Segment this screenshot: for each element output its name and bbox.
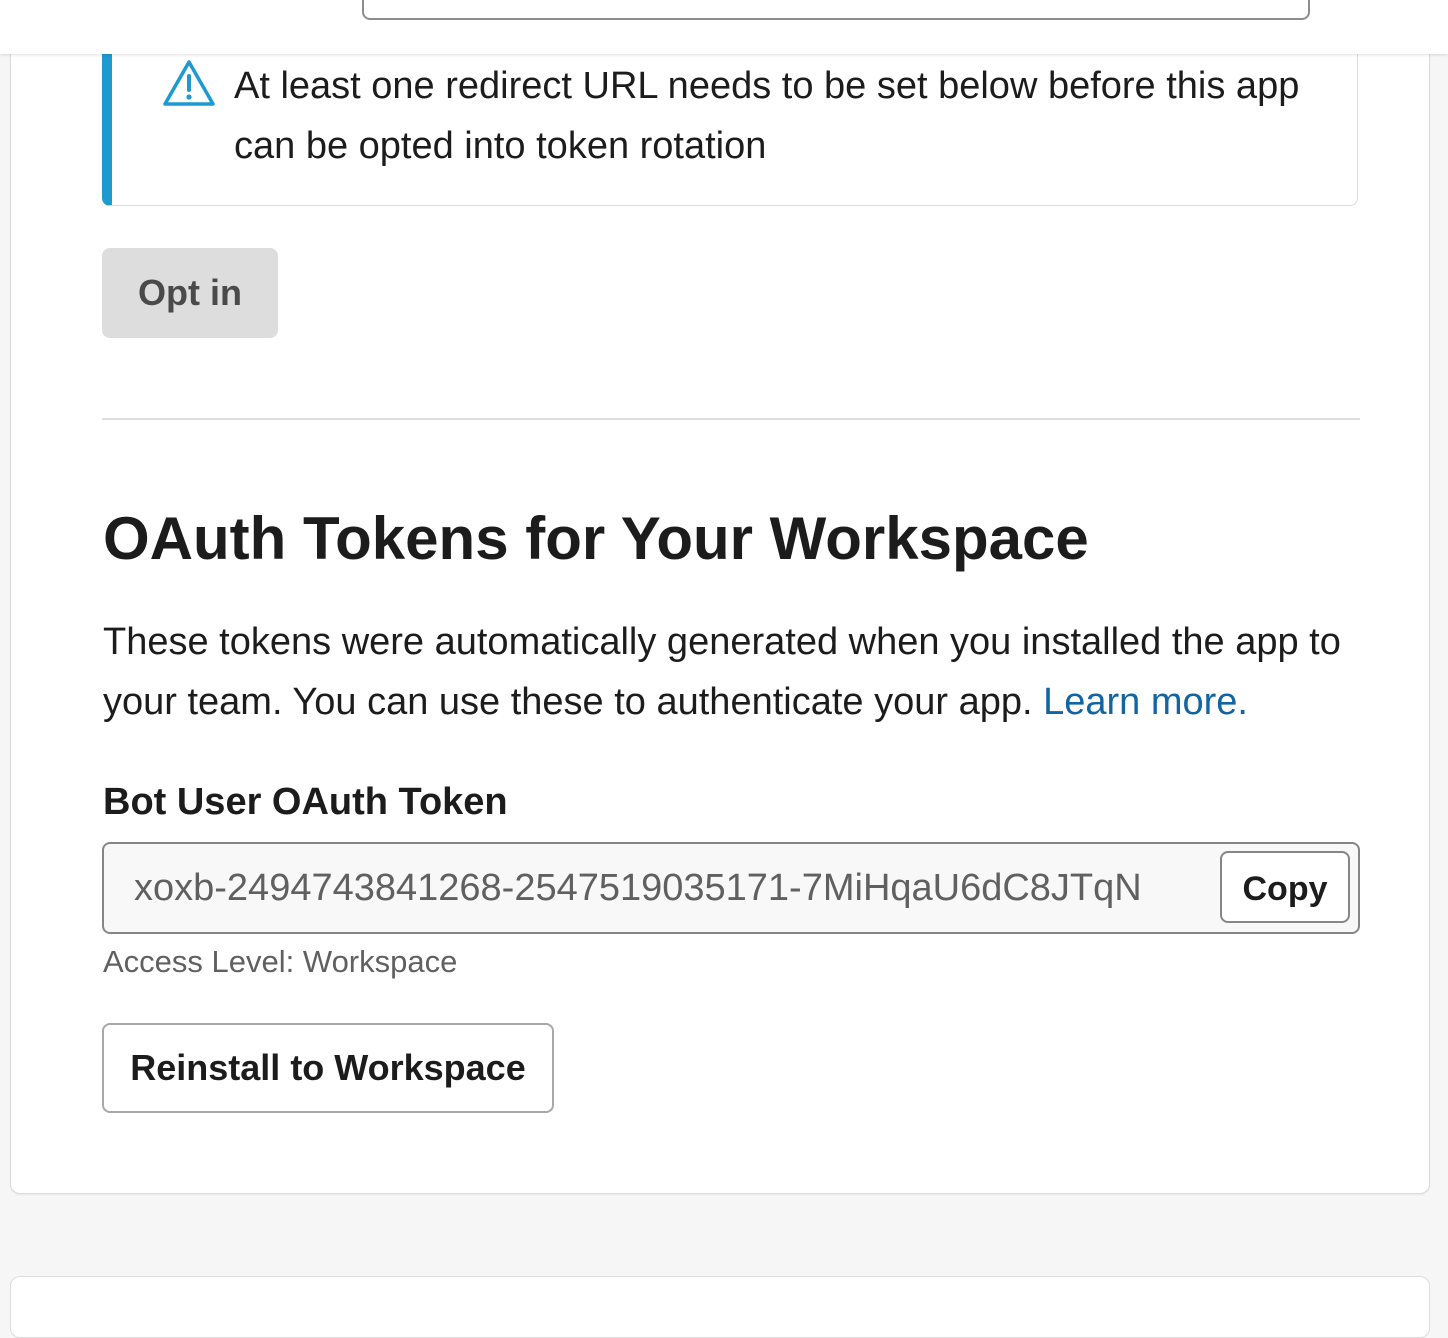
bot-token-value[interactable]: xoxb-2494743841268-2547519035171-7MiHqaU… bbox=[134, 844, 1218, 932]
section-heading: OAuth Tokens for Your Workspace bbox=[103, 505, 1089, 572]
opt-in-button[interactable]: Opt in bbox=[102, 248, 278, 338]
settings-card: At least one redirect URL needs to be se… bbox=[10, 0, 1430, 1194]
token-rotation-alert: At least one redirect URL needs to be se… bbox=[102, 31, 1358, 206]
bot-token-label: Bot User OAuth Token bbox=[103, 781, 508, 823]
section-description: These tokens were automatically generate… bbox=[103, 612, 1353, 732]
learn-more-link[interactable]: Learn more. bbox=[1043, 681, 1248, 723]
top-bar bbox=[0, 0, 1448, 54]
copy-token-button[interactable]: Copy bbox=[1220, 851, 1350, 923]
section-divider bbox=[102, 418, 1360, 420]
warning-triangle-icon bbox=[162, 58, 216, 108]
search-input[interactable] bbox=[362, 0, 1310, 20]
access-level-text: Access Level: Workspace bbox=[103, 944, 458, 979]
alert-message: At least one redirect URL needs to be se… bbox=[234, 65, 1300, 167]
next-section-card bbox=[10, 1276, 1430, 1338]
bot-token-field[interactable]: xoxb-2494743841268-2547519035171-7MiHqaU… bbox=[102, 842, 1360, 934]
reinstall-button[interactable]: Reinstall to Workspace bbox=[102, 1023, 554, 1113]
